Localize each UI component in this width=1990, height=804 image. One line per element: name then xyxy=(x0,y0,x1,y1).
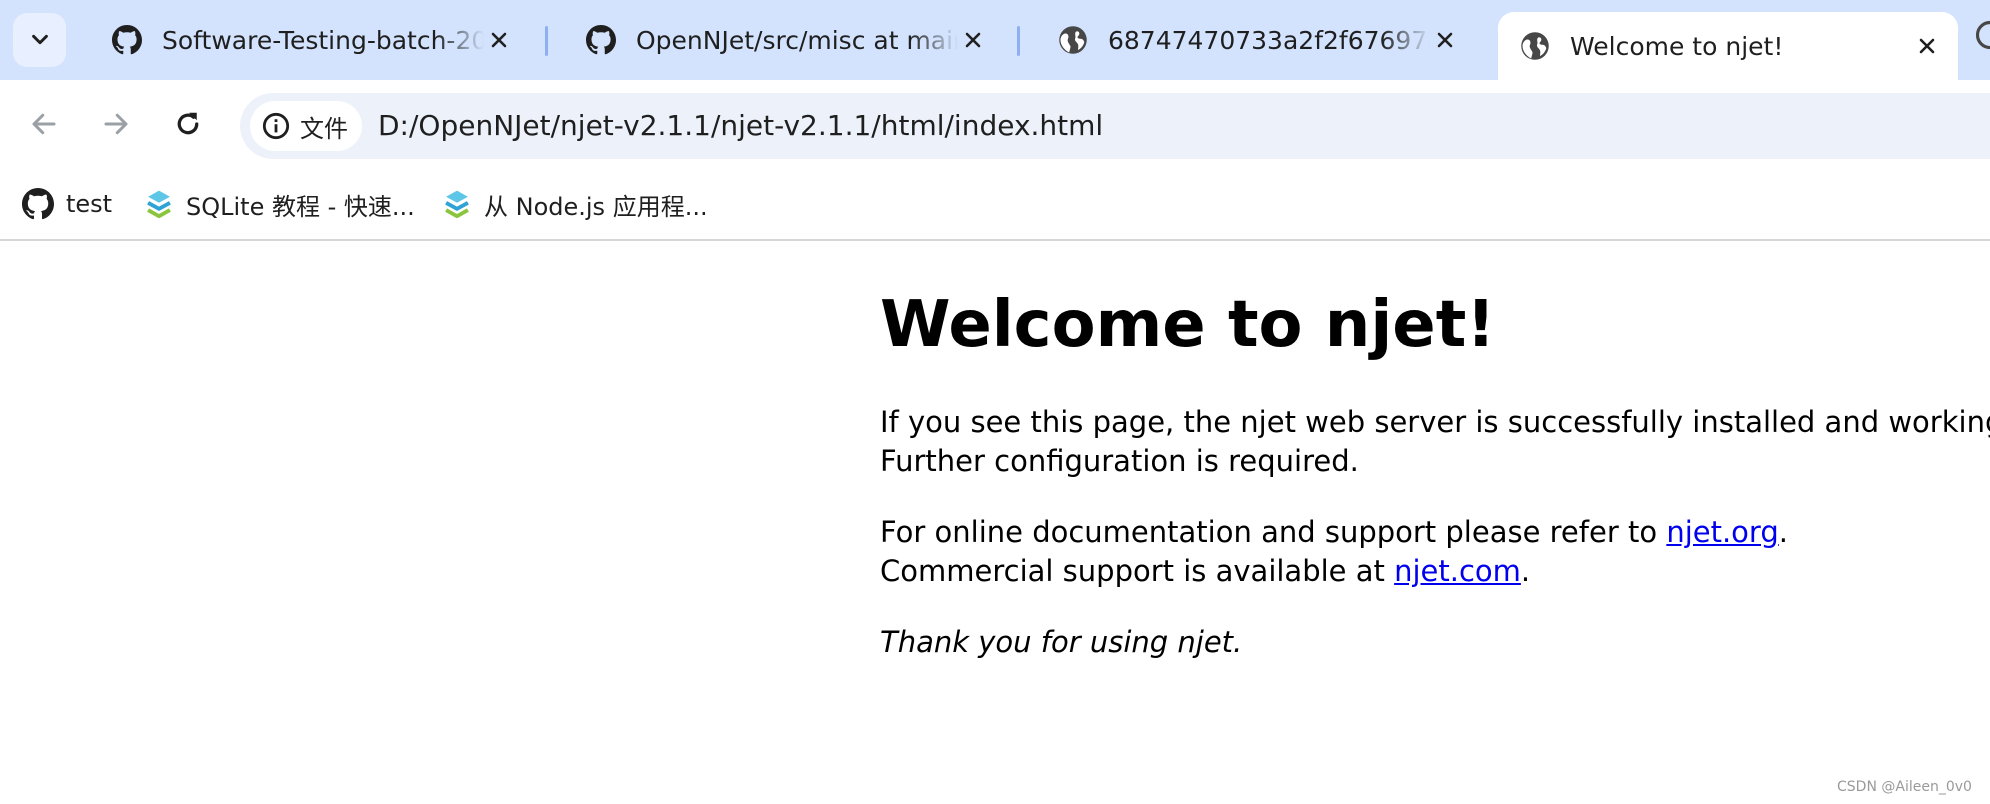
tab-search-button[interactable] xyxy=(13,13,66,67)
intro-paragraph: If you see this page, the njet web serve… xyxy=(880,403,1990,481)
tab-hex-url[interactable]: 68747470733a2f2f67697465652e636f6d xyxy=(1036,12,1476,68)
bookmark-nodejs[interactable]: 从 Node.js 应用程... xyxy=(442,184,708,224)
intro-line-2: Further configuration is required. xyxy=(880,444,1359,478)
commercial-text: Commercial support is available at xyxy=(880,554,1395,588)
docs-period: . xyxy=(1778,515,1788,549)
stackshare-icon xyxy=(147,190,171,219)
close-icon[interactable] xyxy=(484,25,514,55)
site-chip-label: 文件 xyxy=(300,114,348,143)
close-icon[interactable] xyxy=(1430,25,1460,55)
bookmark-test[interactable]: test xyxy=(22,184,112,224)
page-title: Welcome to njet! xyxy=(880,288,1496,362)
globe-icon xyxy=(1521,32,1549,60)
forward-button[interactable] xyxy=(92,100,140,148)
support-paragraph: For online documentation and support ple… xyxy=(880,513,1788,591)
bookmarks-bar: test SQLite 教程 - 快速... 从 Node.js 应用程... xyxy=(0,172,1990,241)
info-icon xyxy=(262,112,290,140)
bookmark-label: test xyxy=(66,190,113,218)
tab-title: Software-Testing-batch-2022 xyxy=(162,25,484,55)
page-content: Welcome to njet! If you see this page, t… xyxy=(0,243,1990,804)
watermark-text: CSDN @Aileen_0v0 xyxy=(1837,779,1972,795)
docs-line: For online documentation and support ple… xyxy=(880,513,1788,552)
njet-org-link[interactable]: njet.org xyxy=(1666,515,1778,549)
tab-software-testing[interactable]: Software-Testing-batch-2022 xyxy=(90,12,530,68)
arrow-left-icon xyxy=(32,113,56,135)
site-info-chip[interactable]: 文件 xyxy=(250,101,362,151)
close-icon[interactable] xyxy=(1912,31,1942,61)
github-icon xyxy=(112,25,142,55)
intro-line-1: If you see this page, the njet web serve… xyxy=(880,405,1990,439)
url-text[interactable]: D:/OpenNJet/njet-v2.1.1/njet-v2.1.1/html… xyxy=(378,109,1103,142)
github-icon xyxy=(586,25,616,55)
reload-button[interactable] xyxy=(164,100,212,148)
reload-icon xyxy=(177,112,199,135)
tab-welcome-to-njet[interactable]: Welcome to njet! xyxy=(1498,12,1958,80)
arrow-right-icon xyxy=(104,113,128,135)
globe-icon[interactable] xyxy=(1975,20,1990,50)
commercial-line: Commercial support is available at njet.… xyxy=(880,552,1788,591)
tab-title: OpenNJet/src/misc at main · OpenNJet xyxy=(636,25,958,55)
njet-com-link[interactable]: njet.com xyxy=(1394,554,1521,588)
docs-text: For online documentation and support ple… xyxy=(880,515,1667,549)
github-icon xyxy=(22,188,54,220)
tab-opennjet-src-misc[interactable]: OpenNJet/src/misc at main · OpenNJet xyxy=(564,12,1004,68)
tab-title: 68747470733a2f2f67697465652e636f6d xyxy=(1108,25,1430,55)
bookmark-sqlite[interactable]: SQLite 教程 - 快速... xyxy=(144,184,415,224)
address-bar[interactable]: 文件 D:/OpenNJet/njet-v2.1.1/njet-v2.1.1/h… xyxy=(240,93,1990,159)
tab-title: Welcome to njet! xyxy=(1570,31,1784,61)
tab-strip: Software-Testing-batch-2022 OpenNJet/src… xyxy=(0,0,1990,80)
tab-separator xyxy=(1017,26,1020,56)
globe-icon xyxy=(1059,26,1087,54)
thanks-paragraph: Thank you for using njet. xyxy=(880,625,1243,659)
bookmark-label: 从 Node.js 应用程... xyxy=(484,192,708,221)
back-button[interactable] xyxy=(20,100,68,148)
bookmark-label: SQLite 教程 - 快速... xyxy=(186,192,415,221)
commercial-period: . xyxy=(1520,554,1531,588)
close-icon[interactable] xyxy=(958,25,988,55)
stackshare-icon xyxy=(445,190,469,219)
chevron-down-icon xyxy=(31,34,48,45)
tab-separator xyxy=(545,26,548,56)
browser-toolbar: 文件 D:/OpenNJet/njet-v2.1.1/njet-v2.1.1/h… xyxy=(0,80,1990,172)
